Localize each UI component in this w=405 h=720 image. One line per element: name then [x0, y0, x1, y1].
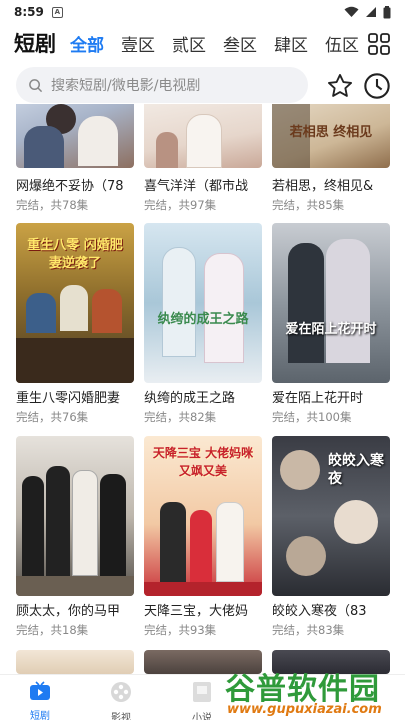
drama-episodes: 完结，共78集	[16, 198, 89, 212]
drama-title: 天降三宝，大佬妈	[144, 604, 249, 619]
drama-poster[interactable]: 若相思 终相见	[272, 104, 390, 168]
search-row: 搜索短剧/微电影/电视剧	[0, 66, 405, 104]
drama-title: 纨绔的成王之路	[144, 391, 236, 406]
drama-title: 重生八零闪婚肥妻	[16, 391, 121, 406]
drama-grid: 网爆绝不妥协（78 完结，共78集 喜气洋洋（都市战 完结，共97集 若相思 终…	[0, 104, 405, 674]
tab-zone-5[interactable]: 伍区	[325, 31, 359, 56]
drama-episodes: 完结，共100集	[272, 410, 352, 424]
drama-title: 网爆绝不妥协（78	[16, 179, 124, 194]
tab-all[interactable]: 全部	[70, 31, 104, 56]
drama-poster[interactable]	[16, 650, 134, 674]
poster-title-art: 纨绔的成王之路	[157, 312, 249, 327]
search-input[interactable]: 搜索短剧/微电影/电视剧	[16, 67, 308, 103]
tab-zone-3[interactable]: 叁区	[223, 31, 257, 56]
drama-episodes: 完结，共18集	[16, 623, 89, 637]
search-placeholder: 搜索短剧/微电影/电视剧	[51, 78, 201, 94]
status-time: 8:59	[14, 5, 44, 19]
drama-poster[interactable]	[16, 104, 134, 168]
poster-title-art: 爱在陌上花开时	[285, 322, 377, 337]
nav-item-movies[interactable]: 影视	[91, 681, 151, 720]
drama-poster[interactable]: 重生八零 闪婚肥妻逆袭了	[16, 223, 134, 383]
drama-episodes: 完结，共93集	[144, 623, 217, 637]
nav-item-novels[interactable]: 小说	[172, 681, 232, 720]
tab-zone-4[interactable]: 肆区	[274, 31, 308, 56]
page-title: 短剧	[14, 32, 56, 56]
nav-label: 小说	[192, 713, 212, 720]
poster-title-art: 皎皎入寒夜	[328, 453, 384, 487]
drama-episodes: 完结，共85集	[272, 198, 345, 212]
drama-episodes: 完结，共97集	[144, 198, 217, 212]
battery-icon	[383, 5, 391, 18]
drama-title: 顾太太，你的马甲	[16, 604, 121, 619]
cell-signal-icon	[366, 7, 376, 17]
status-bar: 8:59 A	[0, 0, 405, 24]
tab-zone-1[interactable]: 壹区	[121, 31, 155, 56]
drama-poster[interactable]: 天降三宝 大佬妈咪又飒又美	[144, 436, 262, 596]
drama-episodes: 完结，共82集	[144, 410, 217, 424]
film-reel-icon	[111, 682, 131, 702]
drama-episodes: 完结，共76集	[16, 410, 89, 424]
book-icon	[193, 682, 211, 702]
watermark: 谷普软件园 www.gupuxiazai.com	[225, 664, 403, 720]
poster-title-art: 天降三宝 大佬妈咪又飒又美	[152, 446, 254, 478]
drama-title: 若相思，终相见&	[272, 179, 374, 194]
nav-label: 短剧	[30, 711, 50, 720]
drama-episodes: 完结，共83集	[272, 623, 345, 637]
wifi-icon	[344, 6, 359, 17]
drama-poster[interactable]: 皎皎入寒夜	[272, 436, 390, 596]
drama-poster[interactable]: 爱在陌上花开时	[272, 223, 390, 383]
search-icon	[29, 78, 43, 92]
tab-zone-2[interactable]: 贰区	[172, 31, 206, 56]
drama-title: 爱在陌上花开时	[272, 391, 364, 406]
drama-title: 喜气洋洋（都市战	[144, 179, 249, 194]
history-clock-icon[interactable]	[363, 72, 391, 100]
poster-title-art: 若相思 终相见	[289, 125, 373, 140]
category-bar: 短剧 全部 壹区 贰区 叁区 肆区 伍区	[0, 26, 405, 60]
watermark-url: www.gupuxiazai.com	[227, 702, 382, 717]
drama-poster[interactable]	[144, 104, 262, 168]
drama-poster[interactable]: 纨绔的成王之路	[144, 223, 262, 383]
nav-label: 影视	[111, 713, 131, 720]
category-grid-icon[interactable]	[367, 32, 391, 56]
favorites-star-icon[interactable]	[326, 72, 354, 100]
app-notification-icon: A	[51, 6, 63, 18]
poster-title-art: 重生八零 闪婚肥妻逆袭了	[27, 238, 123, 271]
drama-title: 皎皎入寒夜（83	[272, 604, 367, 619]
nav-item-shorts[interactable]: 短剧	[10, 681, 70, 720]
drama-poster[interactable]	[16, 436, 134, 596]
tv-icon	[30, 681, 50, 700]
